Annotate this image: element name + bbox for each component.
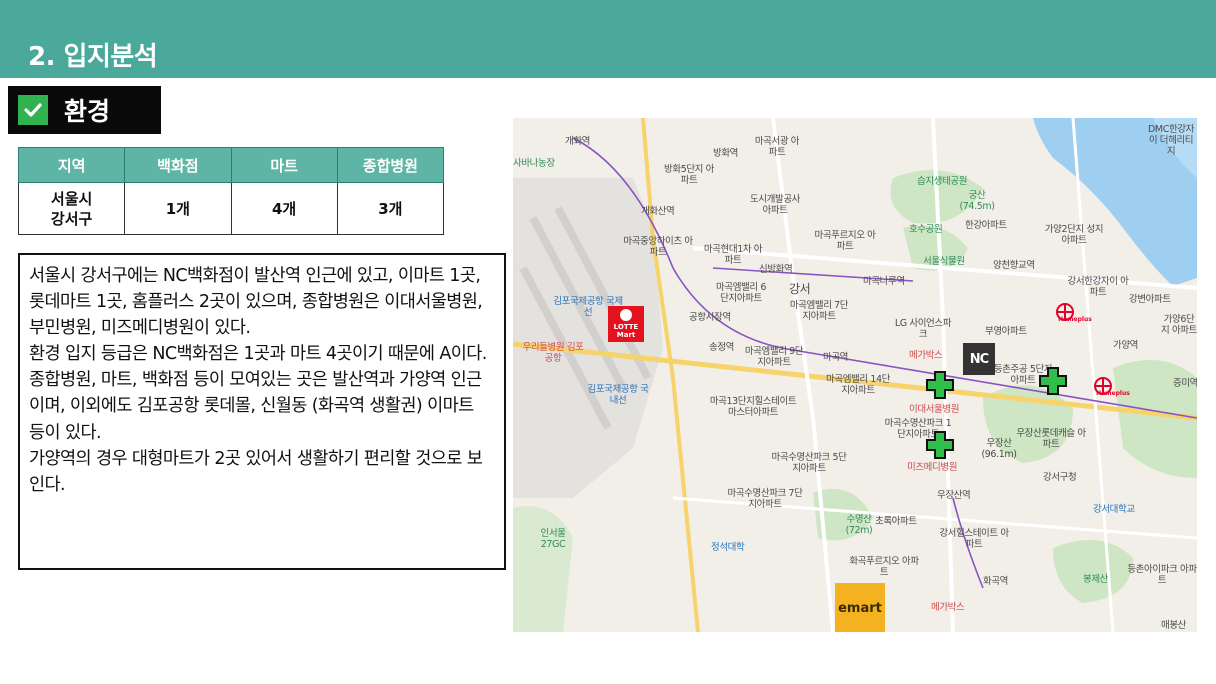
map-label: 궁산 (74.5m) bbox=[959, 190, 995, 212]
table-row: 서울시 강서구 1개 4개 3개 bbox=[17, 182, 445, 235]
map-label: 마곡엠밸리 14단지아파트 bbox=[826, 374, 890, 396]
map-label: 가양6단지 아파트 bbox=[1161, 314, 1197, 336]
emart-marker[interactable]: emart bbox=[835, 583, 885, 632]
map-label: 강서 bbox=[789, 282, 811, 296]
map-label: 우리들병원 김포공항 bbox=[522, 342, 584, 364]
map-label: 봉제산 bbox=[1083, 574, 1109, 585]
check-icon bbox=[18, 95, 48, 125]
lotte-logo-icon bbox=[620, 309, 632, 321]
nc-brand-label: NC bbox=[969, 351, 989, 367]
map-label: 강서힐스테이트 아파트 bbox=[939, 528, 1009, 550]
description-paragraph: 서울시 강서구에는 NC백화점이 발산역 인근에 있고, 이마트 1곳, 롯데마… bbox=[29, 266, 483, 339]
dept-store-count: 1개 bbox=[124, 182, 232, 235]
hospital-cross-icon[interactable] bbox=[1038, 366, 1068, 396]
location-map[interactable]: 개화역 사바나농장 방화역 마곡서광 아파트 방화5단지 아파트 개화산역 도시… bbox=[513, 118, 1197, 632]
map-label: 증미역 bbox=[1173, 378, 1197, 389]
map-label: 서울식물원 bbox=[923, 256, 965, 267]
map-label: 마곡수명산파크 5단지아파트 bbox=[771, 452, 847, 474]
description-box: 서울시 강서구에는 NC백화점이 발산역 인근에 있고, 이마트 1곳, 롯데마… bbox=[18, 253, 506, 570]
column-header: 백화점 bbox=[124, 147, 232, 183]
map-label: 우장산역 bbox=[937, 490, 971, 501]
map-label: 정석대학 bbox=[711, 542, 745, 553]
lotte-brand-label: LOTTE bbox=[613, 323, 639, 331]
map-label: 사바나농장 bbox=[513, 158, 555, 169]
map-label: 이대서울병원 bbox=[909, 404, 960, 415]
hospital-cross-icon[interactable] bbox=[925, 430, 955, 460]
map-label: 초록아파트 bbox=[875, 516, 917, 527]
hospital-cross-icon[interactable] bbox=[925, 370, 955, 400]
description-paragraph: 가양역의 경우 대형마트가 2곳 있어서 생활하기 편리할 것으로 보인다. bbox=[29, 448, 483, 495]
map-label: 강서구청 bbox=[1043, 472, 1077, 483]
map-label: 신방화역 bbox=[759, 264, 793, 275]
section-tag: 환경 bbox=[8, 86, 161, 134]
lotte-mart-marker[interactable]: LOTTE Mart bbox=[608, 306, 644, 342]
map-label: 김포국제공항 국내선 bbox=[587, 384, 649, 406]
map-label: 개화산역 bbox=[641, 206, 675, 217]
map-label: DMC한강자이 더헤리티지 bbox=[1148, 124, 1194, 157]
map-label: 마곡나루역 bbox=[863, 276, 905, 287]
region-line: 서울시 bbox=[50, 189, 93, 208]
homeplus-marker[interactable]: Homeplus bbox=[1055, 302, 1095, 336]
header-bar: 2. 입지분석 bbox=[0, 0, 1216, 78]
nc-department-store-marker[interactable]: NC bbox=[963, 343, 995, 375]
homeplus-marker[interactable]: Homeplus bbox=[1093, 376, 1133, 410]
homeplus-logo-icon bbox=[1094, 377, 1112, 395]
map-label: 마곡중앙하이츠 아파트 bbox=[623, 236, 693, 258]
map-label: 습지생태공원 bbox=[917, 176, 968, 187]
map-label: 가양역 bbox=[1113, 340, 1139, 351]
map-label: 한강아파트 bbox=[965, 220, 1007, 231]
column-header: 종합병원 bbox=[336, 147, 445, 183]
map-label: 메가박스 bbox=[931, 602, 965, 613]
map-label: 도시개발공사 아파트 bbox=[749, 194, 801, 216]
lotte-brand-label: Mart bbox=[616, 331, 636, 339]
map-label: 매봉산 bbox=[1161, 620, 1187, 631]
description-paragraph: 환경 입지 등급은 NC백화점은 1곳과 마트 4곳이기 때문에 A이다. bbox=[29, 344, 487, 365]
map-label: 송정역 bbox=[709, 342, 735, 353]
map-label: 메가박스 bbox=[909, 350, 943, 361]
map-label: 마곡서광 아파트 bbox=[754, 136, 800, 158]
map-label: 부영아파트 bbox=[985, 326, 1027, 337]
homeplus-logo-icon bbox=[1056, 303, 1074, 321]
emart-brand-label: emart bbox=[838, 600, 882, 616]
map-label: 미즈메디병원 bbox=[907, 462, 958, 473]
map-label: 인서울 27GC bbox=[540, 528, 566, 550]
mart-count: 4개 bbox=[230, 182, 338, 235]
map-label: 가양2단지 성지아파트 bbox=[1044, 224, 1104, 246]
map-label: 마곡13단지힐스테이트 마스터아파트 bbox=[709, 396, 797, 418]
map-label: 마곡푸르지오 아파트 bbox=[814, 230, 876, 252]
map-label: 수명산 (72m) bbox=[845, 514, 873, 536]
map-label: 강서대학교 bbox=[1093, 504, 1135, 515]
map-label: 마곡현대1차 아파트 bbox=[703, 244, 763, 266]
map-label: 양천향교역 bbox=[993, 260, 1035, 271]
map-label: 마곡엠밸리 7단지아파트 bbox=[789, 300, 849, 322]
map-label: 방화역 bbox=[713, 148, 739, 159]
map-label: 강변아파트 bbox=[1129, 294, 1171, 305]
column-header: 마트 bbox=[230, 147, 338, 183]
map-label: 마곡엠밸리 9단지아파트 bbox=[744, 346, 804, 368]
description-paragraph: 종합병원, 마트, 백화점 등이 모여있는 곳은 발산역과 가양역 인근이며, … bbox=[29, 370, 482, 443]
table-header-row: 지역 백화점 마트 종합병원 bbox=[17, 147, 445, 183]
map-label: 마곡수명산파크 7단지아파트 bbox=[727, 488, 803, 510]
map-label: 호수공원 bbox=[909, 224, 943, 235]
map-label: 화곡역 bbox=[983, 576, 1009, 587]
region-line: 강서구 bbox=[50, 209, 93, 228]
map-label: 공항시장역 bbox=[689, 312, 731, 323]
map-label: 강서한강자이 아파트 bbox=[1067, 276, 1129, 298]
map-label: 우장산롯데캐슬 아파트 bbox=[1016, 428, 1086, 450]
column-header: 지역 bbox=[17, 147, 126, 183]
map-label: 마곡역 bbox=[823, 352, 849, 363]
region-cell: 서울시 강서구 bbox=[17, 182, 126, 235]
map-label: 개화역 bbox=[565, 136, 591, 147]
hospital-count: 3개 bbox=[336, 182, 445, 235]
map-label: 등촌아이파크 아파트 bbox=[1127, 564, 1197, 586]
map-label: 방화5단지 아파트 bbox=[664, 164, 714, 186]
page-title: 2. 입지분석 bbox=[28, 42, 158, 72]
section-label: 환경 bbox=[64, 97, 111, 126]
facility-table: 지역 백화점 마트 종합병원 서울시 강서구 1개 4개 3개 bbox=[17, 147, 445, 235]
map-label: 화곡푸르지오 아파트 bbox=[849, 556, 919, 578]
map-label: LG 사이언스파크 bbox=[894, 318, 952, 340]
map-label: 마곡엠밸리 6단지아파트 bbox=[716, 282, 766, 304]
